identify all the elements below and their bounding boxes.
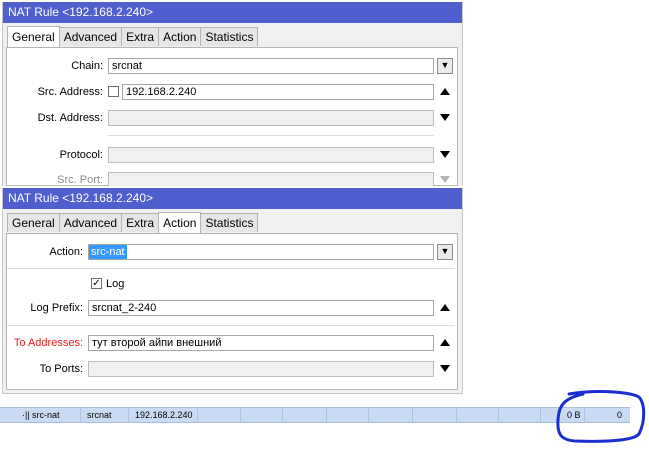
nat-rule-window-action: NAT Rule <192.168.2.240> General Advance… — [2, 188, 463, 394]
chain-field[interactable]: srcnat — [108, 58, 434, 74]
rule-action-cell: src-nat — [32, 410, 60, 420]
collapse-up-icon[interactable] — [440, 88, 450, 95]
divider — [7, 268, 455, 269]
column-divider — [282, 408, 283, 422]
tab-extra[interactable]: Extra — [121, 213, 160, 232]
tab-action[interactable]: Action — [158, 212, 202, 233]
rule-chain-cell: srcnat — [87, 410, 112, 420]
collapse-up-icon[interactable] — [440, 304, 450, 311]
checkmark-icon: ✓ — [92, 278, 101, 289]
chevron-down-icon: ▼ — [440, 246, 450, 256]
divider — [7, 325, 455, 326]
column-divider — [128, 408, 129, 422]
expand-down-icon[interactable] — [440, 114, 450, 121]
src-port-field[interactable] — [108, 172, 434, 186]
window-title: NAT Rule <192.168.2.240> — [3, 2, 462, 23]
tab-action[interactable]: Action — [158, 27, 202, 46]
tab-statistics[interactable]: Statistics — [200, 27, 259, 46]
tab-bar: General Advanced Extra Action Statistics — [7, 26, 259, 47]
action-label: Action: — [49, 246, 83, 258]
nat-rule-window-general: NAT Rule <192.168.2.240> General Advance… — [2, 2, 463, 186]
log-label: Log — [106, 278, 125, 290]
rule-src-address-cell: 192.168.2.240 — [135, 410, 193, 420]
column-divider — [80, 408, 81, 422]
protocol-field[interactable] — [108, 147, 434, 163]
column-divider — [240, 408, 241, 422]
column-divider — [197, 408, 198, 422]
tab-advanced[interactable]: Advanced — [58, 27, 123, 46]
log-checkbox[interactable]: ✓ — [91, 278, 102, 289]
tab-advanced[interactable]: Advanced — [58, 213, 123, 232]
tab-extra[interactable]: Extra — [121, 27, 160, 46]
tab-content: Action: src-nat ▼ ✓ Log Log Prefix: srcn… — [6, 233, 458, 390]
to-ports-field[interactable] — [88, 361, 434, 377]
tab-bar: General Advanced Extra Action Statistics — [7, 212, 259, 233]
chevron-down-icon: ▼ — [440, 60, 450, 70]
collapse-up-icon[interactable] — [440, 339, 450, 346]
nat-rule-list-row[interactable]: ·|| src-nat srcnat 192.168.2.240 0 B 0 — [0, 407, 630, 423]
log-prefix-label: Log Prefix: — [30, 302, 83, 314]
src-address-field[interactable]: 192.168.2.240 — [122, 84, 434, 100]
highlight-circle-annotation — [556, 390, 646, 443]
action-dropdown-button[interactable]: ▼ — [437, 244, 453, 260]
tab-general[interactable]: General — [7, 213, 60, 232]
column-divider — [326, 408, 327, 422]
protocol-label: Protocol: — [59, 149, 103, 161]
tab-general[interactable]: General — [7, 26, 60, 47]
column-divider — [540, 408, 541, 422]
to-addresses-field[interactable]: тут второй айпи внешний — [88, 335, 434, 351]
rule-flag-marker: ·|| — [22, 410, 30, 420]
dst-address-label: Dst. Address: — [37, 112, 103, 124]
expand-down-icon[interactable] — [440, 365, 450, 372]
window-title: NAT Rule <192.168.2.240> — [3, 188, 462, 209]
action-field[interactable]: src-nat — [88, 244, 434, 260]
src-address-label: Src. Address: — [37, 86, 103, 98]
log-prefix-field[interactable]: srcnat_2-240 — [88, 300, 434, 316]
action-selected-value: src-nat — [89, 245, 127, 259]
tab-statistics[interactable]: Statistics — [200, 213, 259, 232]
dst-address-field[interactable] — [108, 110, 434, 126]
expand-down-icon[interactable] — [440, 176, 450, 183]
chain-dropdown-button[interactable]: ▼ — [437, 58, 453, 74]
to-ports-label: To Ports: — [39, 363, 83, 375]
to-addresses-label: To Addresses: — [13, 337, 83, 349]
chain-label: Chain: — [71, 60, 103, 72]
src-address-invert-checkbox[interactable] — [108, 86, 119, 97]
column-divider — [498, 408, 499, 422]
divider — [108, 135, 434, 136]
expand-down-icon[interactable] — [440, 151, 450, 158]
column-divider — [456, 408, 457, 422]
tab-content: Chain: srcnat ▼ Src. Address: 192.168.2.… — [6, 47, 458, 186]
column-divider — [412, 408, 413, 422]
src-port-label: Src. Port: — [57, 174, 103, 186]
column-divider — [368, 408, 369, 422]
